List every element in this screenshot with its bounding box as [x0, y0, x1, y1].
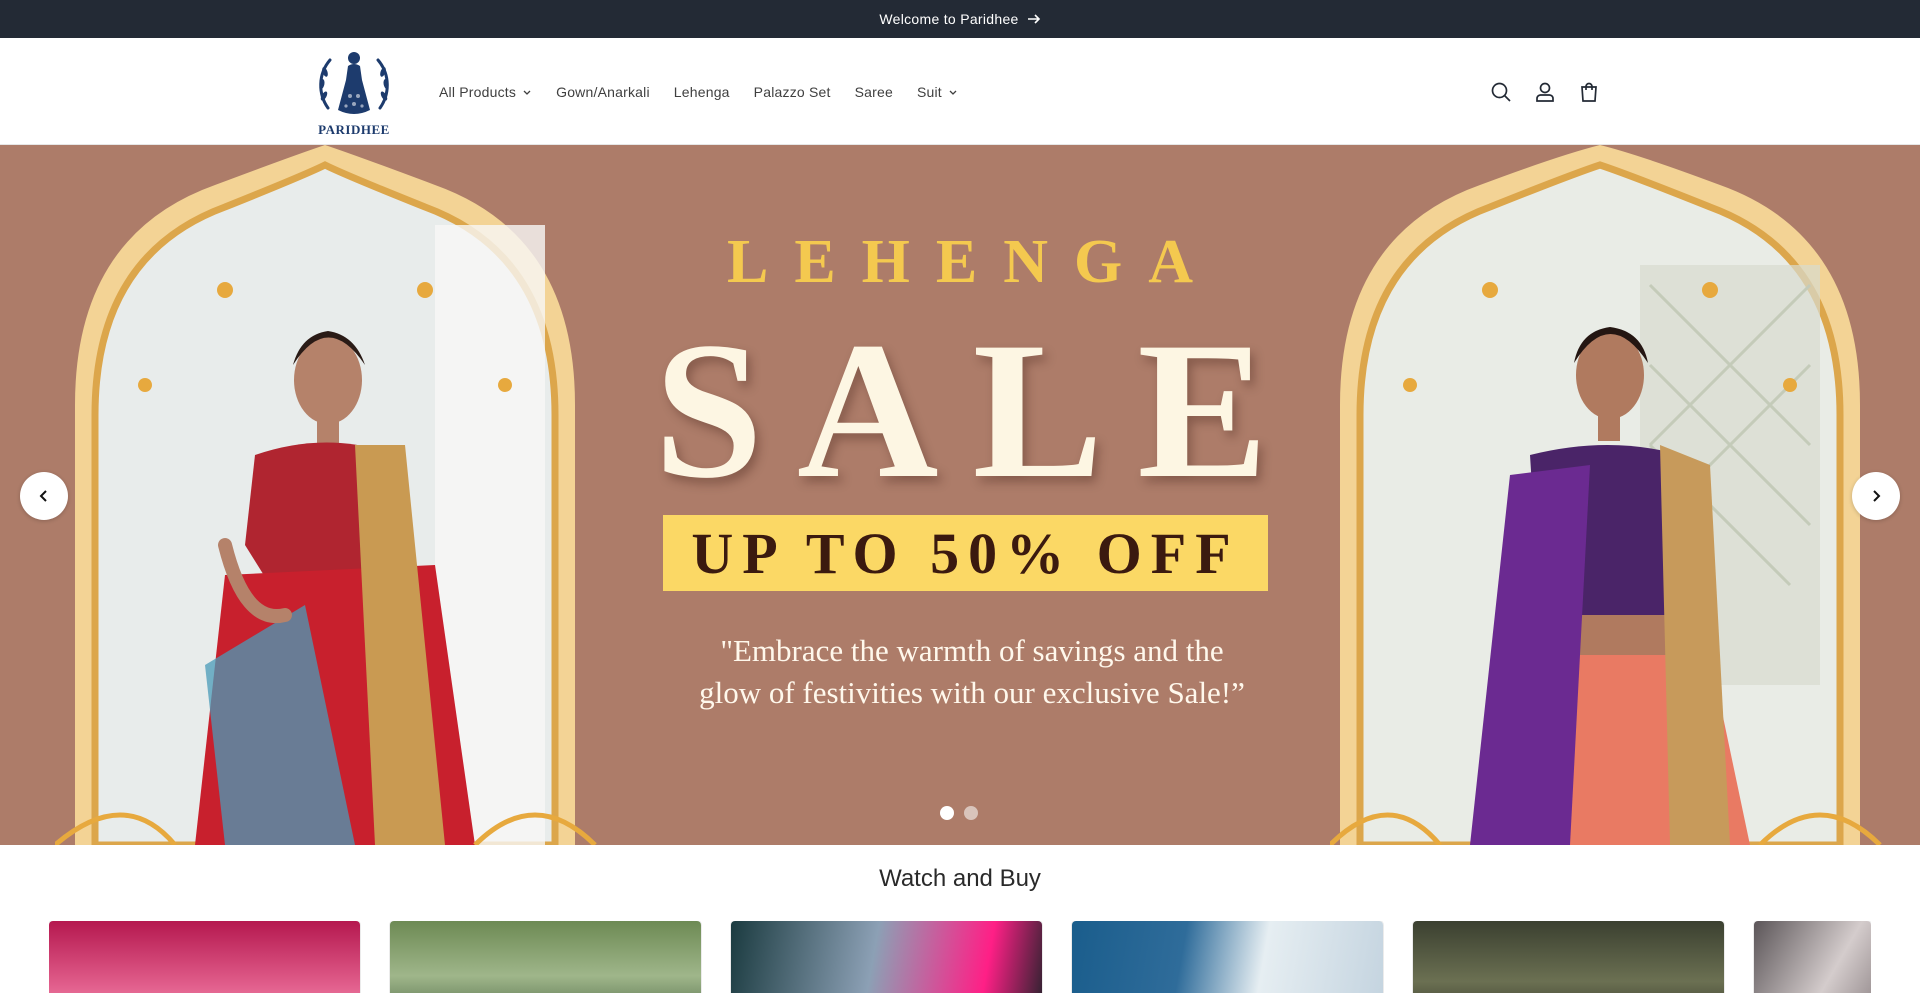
offer-badge: UP TO 50% OFF — [663, 515, 1268, 591]
nav-item-lehenga[interactable]: Lehenga — [662, 76, 742, 108]
video-card[interactable] — [1413, 921, 1724, 993]
announcement-text: Welcome to Paridhee — [879, 11, 1019, 27]
nav-item-label: Palazzo Set — [753, 83, 831, 100]
arrow-right-icon — [1027, 14, 1040, 24]
hero-headline: SALE — [654, 302, 1303, 519]
cart-button[interactable] — [1574, 77, 1604, 107]
account-icon — [1536, 82, 1554, 102]
nav-item-all-products[interactable]: All Products — [427, 76, 544, 108]
header-actions — [1486, 38, 1604, 145]
nav-item-label: Suit — [916, 83, 942, 100]
nav-item-saree[interactable]: Saree — [843, 76, 905, 108]
previous-slide-button[interactable] — [20, 472, 68, 520]
right-model-image — [1330, 145, 1882, 845]
brand-name: PARIDHEE — [318, 122, 390, 137]
next-slide-button[interactable] — [1852, 472, 1900, 520]
search-button[interactable] — [1486, 77, 1516, 107]
nav-item-label: All Products — [439, 83, 517, 100]
watch-and-buy-carousel — [49, 921, 1871, 993]
site-header: PARIDHEE All Products Gown/Anarkali Lehe… — [0, 38, 1920, 145]
nav-item-label: Saree — [854, 83, 893, 100]
left-model-image — [55, 145, 597, 845]
chevron-down-icon — [523, 90, 531, 95]
nav-item-label: Gown/Anarkali — [556, 83, 650, 100]
hero-kicker: LEHENGA — [726, 228, 1220, 296]
announcement-bar: Welcome to Paridhee — [0, 0, 1920, 38]
video-card[interactable] — [1754, 921, 1871, 993]
announcement-link[interactable]: Welcome to Paridhee — [879, 11, 1040, 27]
video-card[interactable] — [49, 921, 360, 993]
chevron-right-icon — [1873, 490, 1881, 502]
nav-item-palazzo-set[interactable]: Palazzo Set — [742, 76, 843, 108]
section-title-watch-and-buy: Watch and Buy — [879, 865, 1041, 892]
hero-slideshow: LEHENGA SALE UP TO 50% OFF "Embrace the … — [0, 145, 1920, 845]
nav-item-label: Lehenga — [673, 83, 730, 100]
hero-quote: "Embrace the warmth of savings and the g… — [699, 633, 1245, 710]
slide-dot-2[interactable] — [964, 806, 978, 820]
search-icon — [1491, 82, 1511, 102]
slide-dots — [940, 806, 978, 820]
video-card[interactable] — [731, 921, 1042, 993]
hero-content: LEHENGA SALE UP TO 50% OFF "Embrace the … — [620, 145, 1300, 845]
offer-text: UP TO 50% OFF — [691, 520, 1240, 586]
video-card[interactable] — [390, 921, 701, 993]
main-nav: All Products Gown/Anarkali Lehenga Palaz… — [427, 38, 970, 145]
nav-item-gown-anarkali[interactable]: Gown/Anarkali — [544, 76, 662, 108]
video-card[interactable] — [1072, 921, 1383, 993]
logo-emblem-icon — [319, 52, 389, 114]
chevron-left-icon — [39, 490, 47, 502]
slide-dot-1[interactable] — [940, 806, 954, 820]
cart-icon — [1581, 82, 1597, 102]
nav-item-suit[interactable]: Suit — [905, 76, 970, 108]
account-button[interactable] — [1530, 77, 1560, 107]
chevron-down-icon — [949, 90, 957, 95]
brand-logo[interactable]: PARIDHEE — [314, 46, 394, 138]
